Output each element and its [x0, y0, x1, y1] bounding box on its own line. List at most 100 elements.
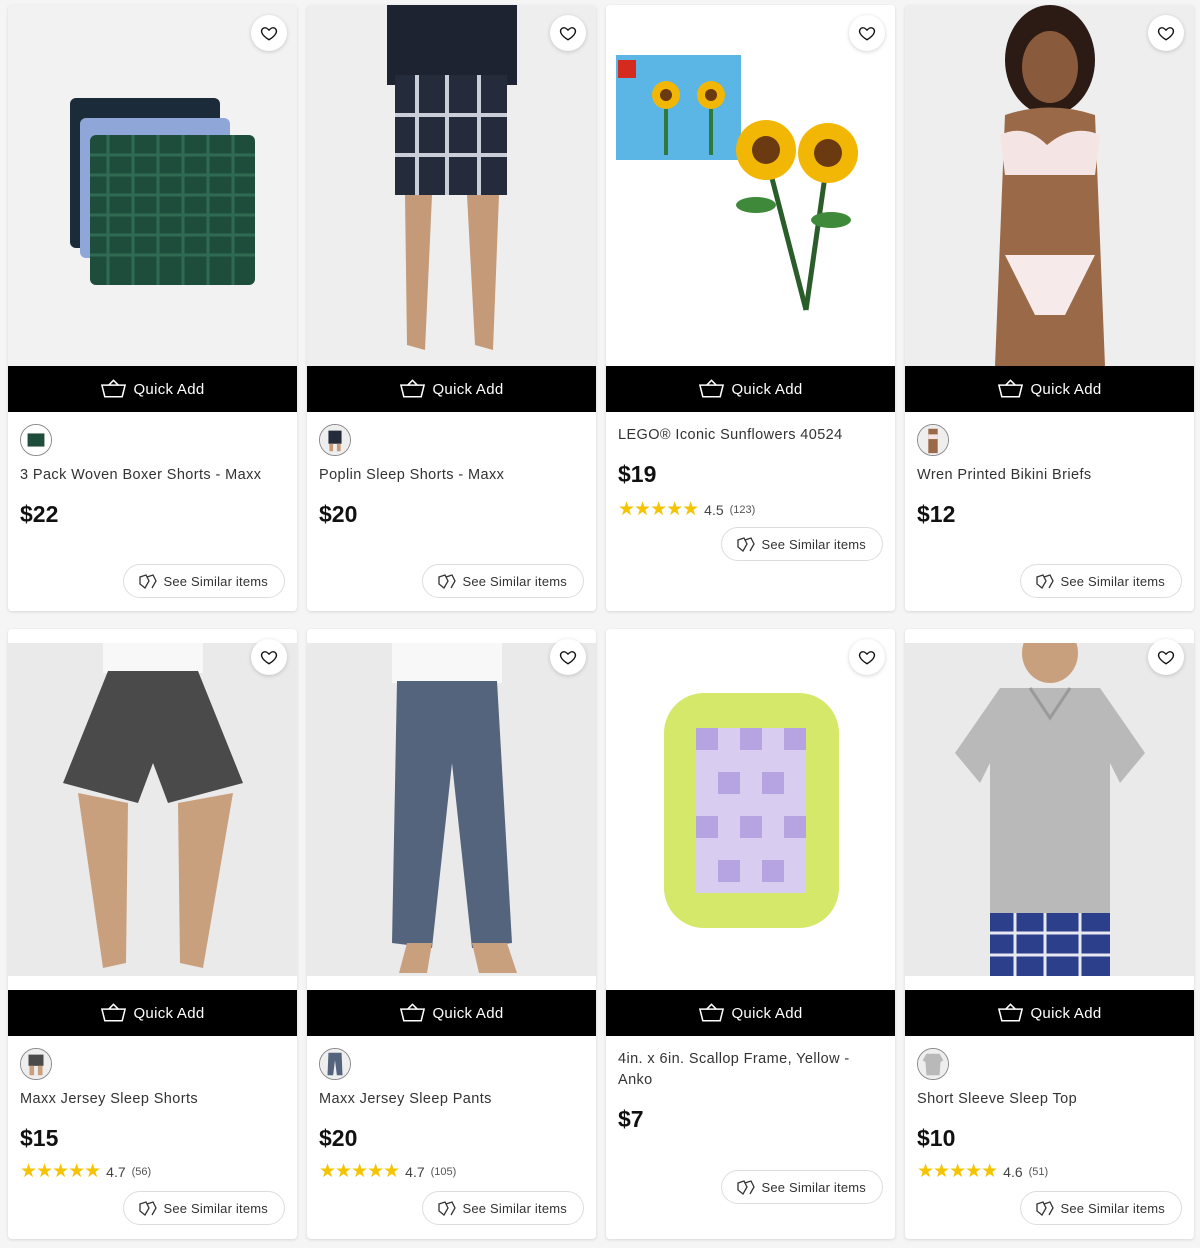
similar-icon	[737, 1180, 756, 1195]
wishlist-heart-button[interactable]	[1148, 639, 1184, 675]
product-name[interactable]: LEGO® Iconic Sunflowers 40524	[618, 425, 883, 446]
product-card[interactable]: Quick Add Maxx Jersey Sleep Shorts $15 ★…	[8, 629, 297, 1239]
color-swatch[interactable]	[917, 424, 949, 456]
product-image[interactable]	[905, 5, 1194, 366]
quick-add-button[interactable]: Quick Add	[307, 990, 596, 1036]
quick-add-button[interactable]: Quick Add	[307, 366, 596, 412]
quick-add-label: Quick Add	[731, 1004, 803, 1022]
product-name[interactable]: Wren Printed Bikini Briefs	[917, 465, 1182, 486]
product-card[interactable]: Quick Add Maxx Jersey Sleep Pants $20 ★★…	[307, 629, 596, 1239]
quick-add-button[interactable]: Quick Add	[606, 990, 895, 1036]
quick-add-label: Quick Add	[731, 380, 803, 398]
wishlist-heart-button[interactable]	[849, 639, 885, 675]
product-card[interactable]: Quick Add Poplin Sleep Shorts - Maxx $20…	[307, 5, 596, 611]
rating-value: 4.5	[704, 501, 724, 518]
quick-add-label: Quick Add	[133, 1004, 205, 1022]
heart-icon	[559, 27, 577, 41]
basket-icon	[998, 379, 1024, 398]
product-card[interactable]: Quick Add Short Sleeve Sleep Top $10 ★★★…	[905, 629, 1194, 1239]
see-similar-label: See Similar items	[761, 1179, 866, 1195]
color-swatch[interactable]	[319, 1048, 351, 1080]
see-similar-label: See Similar items	[462, 1200, 567, 1216]
see-similar-button[interactable]: See Similar items	[1020, 564, 1182, 598]
wishlist-heart-button[interactable]	[251, 15, 287, 51]
product-rating: ★★★★★ 4.7 (105)	[319, 1160, 456, 1183]
star-rating-icons: ★★★★★	[917, 1161, 998, 1182]
review-count: (105)	[430, 1165, 457, 1178]
review-count: (51)	[1028, 1165, 1049, 1178]
basket-icon	[998, 1003, 1024, 1022]
review-count: (56)	[131, 1165, 152, 1178]
heart-icon	[559, 651, 577, 665]
product-card[interactable]: Quick Add Wren Printed Bikini Briefs $12…	[905, 5, 1194, 611]
product-price: $20	[319, 1125, 358, 1151]
quick-add-label: Quick Add	[1030, 380, 1102, 398]
heart-icon	[858, 651, 876, 665]
product-rating: ★★★★★ 4.6 (51)	[917, 1160, 1048, 1183]
wishlist-heart-button[interactable]	[550, 15, 586, 51]
product-price: $12	[917, 501, 956, 527]
product-image[interactable]	[8, 5, 297, 366]
quick-add-label: Quick Add	[133, 380, 205, 398]
heart-icon	[858, 27, 876, 41]
product-rating: ★★★★★ 4.5 (123)	[618, 498, 755, 521]
similar-icon	[737, 537, 756, 552]
product-card[interactable]: Quick Add 3 Pack Woven Boxer Shorts - Ma…	[8, 5, 297, 611]
product-price: $22	[20, 501, 59, 527]
quick-add-button[interactable]: Quick Add	[606, 366, 895, 412]
see-similar-button[interactable]: See Similar items	[1020, 1191, 1182, 1225]
product-price: $20	[319, 501, 358, 527]
product-image[interactable]	[8, 643, 297, 976]
product-grid: Quick Add 3 Pack Woven Boxer Shorts - Ma…	[0, 0, 1200, 1248]
quick-add-label: Quick Add	[1030, 1004, 1102, 1022]
wishlist-heart-button[interactable]	[849, 15, 885, 51]
color-swatch[interactable]	[20, 1048, 52, 1080]
product-image[interactable]	[905, 643, 1194, 976]
quick-add-button[interactable]: Quick Add	[8, 366, 297, 412]
heart-icon	[1157, 27, 1175, 41]
similar-icon	[1036, 1201, 1055, 1216]
see-similar-button[interactable]: See Similar items	[123, 564, 285, 598]
color-swatch[interactable]	[319, 424, 351, 456]
product-name[interactable]: Maxx Jersey Sleep Pants	[319, 1089, 584, 1110]
product-name[interactable]: 4in. x 6in. Scallop Frame, Yellow - Anko	[618, 1049, 883, 1091]
heart-icon	[260, 27, 278, 41]
product-card[interactable]: Quick Add LEGO® Iconic Sunflowers 40524 …	[606, 5, 895, 611]
basket-icon	[699, 1003, 725, 1022]
wishlist-heart-button[interactable]	[251, 639, 287, 675]
basket-icon	[699, 379, 725, 398]
color-swatch[interactable]	[20, 424, 52, 456]
see-similar-button[interactable]: See Similar items	[422, 1191, 584, 1225]
star-rating-icons: ★★★★★	[20, 1161, 101, 1182]
color-swatch[interactable]	[917, 1048, 949, 1080]
star-rating-icons: ★★★★★	[618, 499, 699, 520]
product-name[interactable]: Poplin Sleep Shorts - Maxx	[319, 465, 584, 486]
see-similar-button[interactable]: See Similar items	[123, 1191, 285, 1225]
see-similar-button[interactable]: See Similar items	[721, 1170, 883, 1204]
quick-add-button[interactable]: Quick Add	[905, 990, 1194, 1036]
quick-add-button[interactable]: Quick Add	[8, 990, 297, 1036]
basket-icon	[101, 379, 127, 398]
wishlist-heart-button[interactable]	[1148, 15, 1184, 51]
basket-icon	[400, 379, 426, 398]
wishlist-heart-button[interactable]	[550, 639, 586, 675]
see-similar-label: See Similar items	[163, 1200, 268, 1216]
rating-value: 4.7	[405, 1163, 425, 1180]
product-image[interactable]	[606, 5, 895, 366]
product-image[interactable]	[307, 5, 596, 366]
product-rating: ★★★★★ 4.7 (56)	[20, 1160, 151, 1183]
quick-add-button[interactable]: Quick Add	[905, 366, 1194, 412]
see-similar-button[interactable]: See Similar items	[422, 564, 584, 598]
product-price: $15	[20, 1125, 59, 1151]
product-name[interactable]: Short Sleeve Sleep Top	[917, 1089, 1182, 1110]
product-image[interactable]	[307, 643, 596, 976]
rating-value: 4.6	[1003, 1163, 1023, 1180]
see-similar-label: See Similar items	[462, 573, 567, 589]
product-image[interactable]	[606, 643, 895, 976]
quick-add-label: Quick Add	[432, 1004, 504, 1022]
product-card[interactable]: Quick Add 4in. x 6in. Scallop Frame, Yel…	[606, 629, 895, 1239]
see-similar-button[interactable]: See Similar items	[721, 527, 883, 561]
product-name[interactable]: 3 Pack Woven Boxer Shorts - Maxx	[20, 465, 285, 486]
product-name[interactable]: Maxx Jersey Sleep Shorts	[20, 1089, 285, 1110]
rating-value: 4.7	[106, 1163, 126, 1180]
